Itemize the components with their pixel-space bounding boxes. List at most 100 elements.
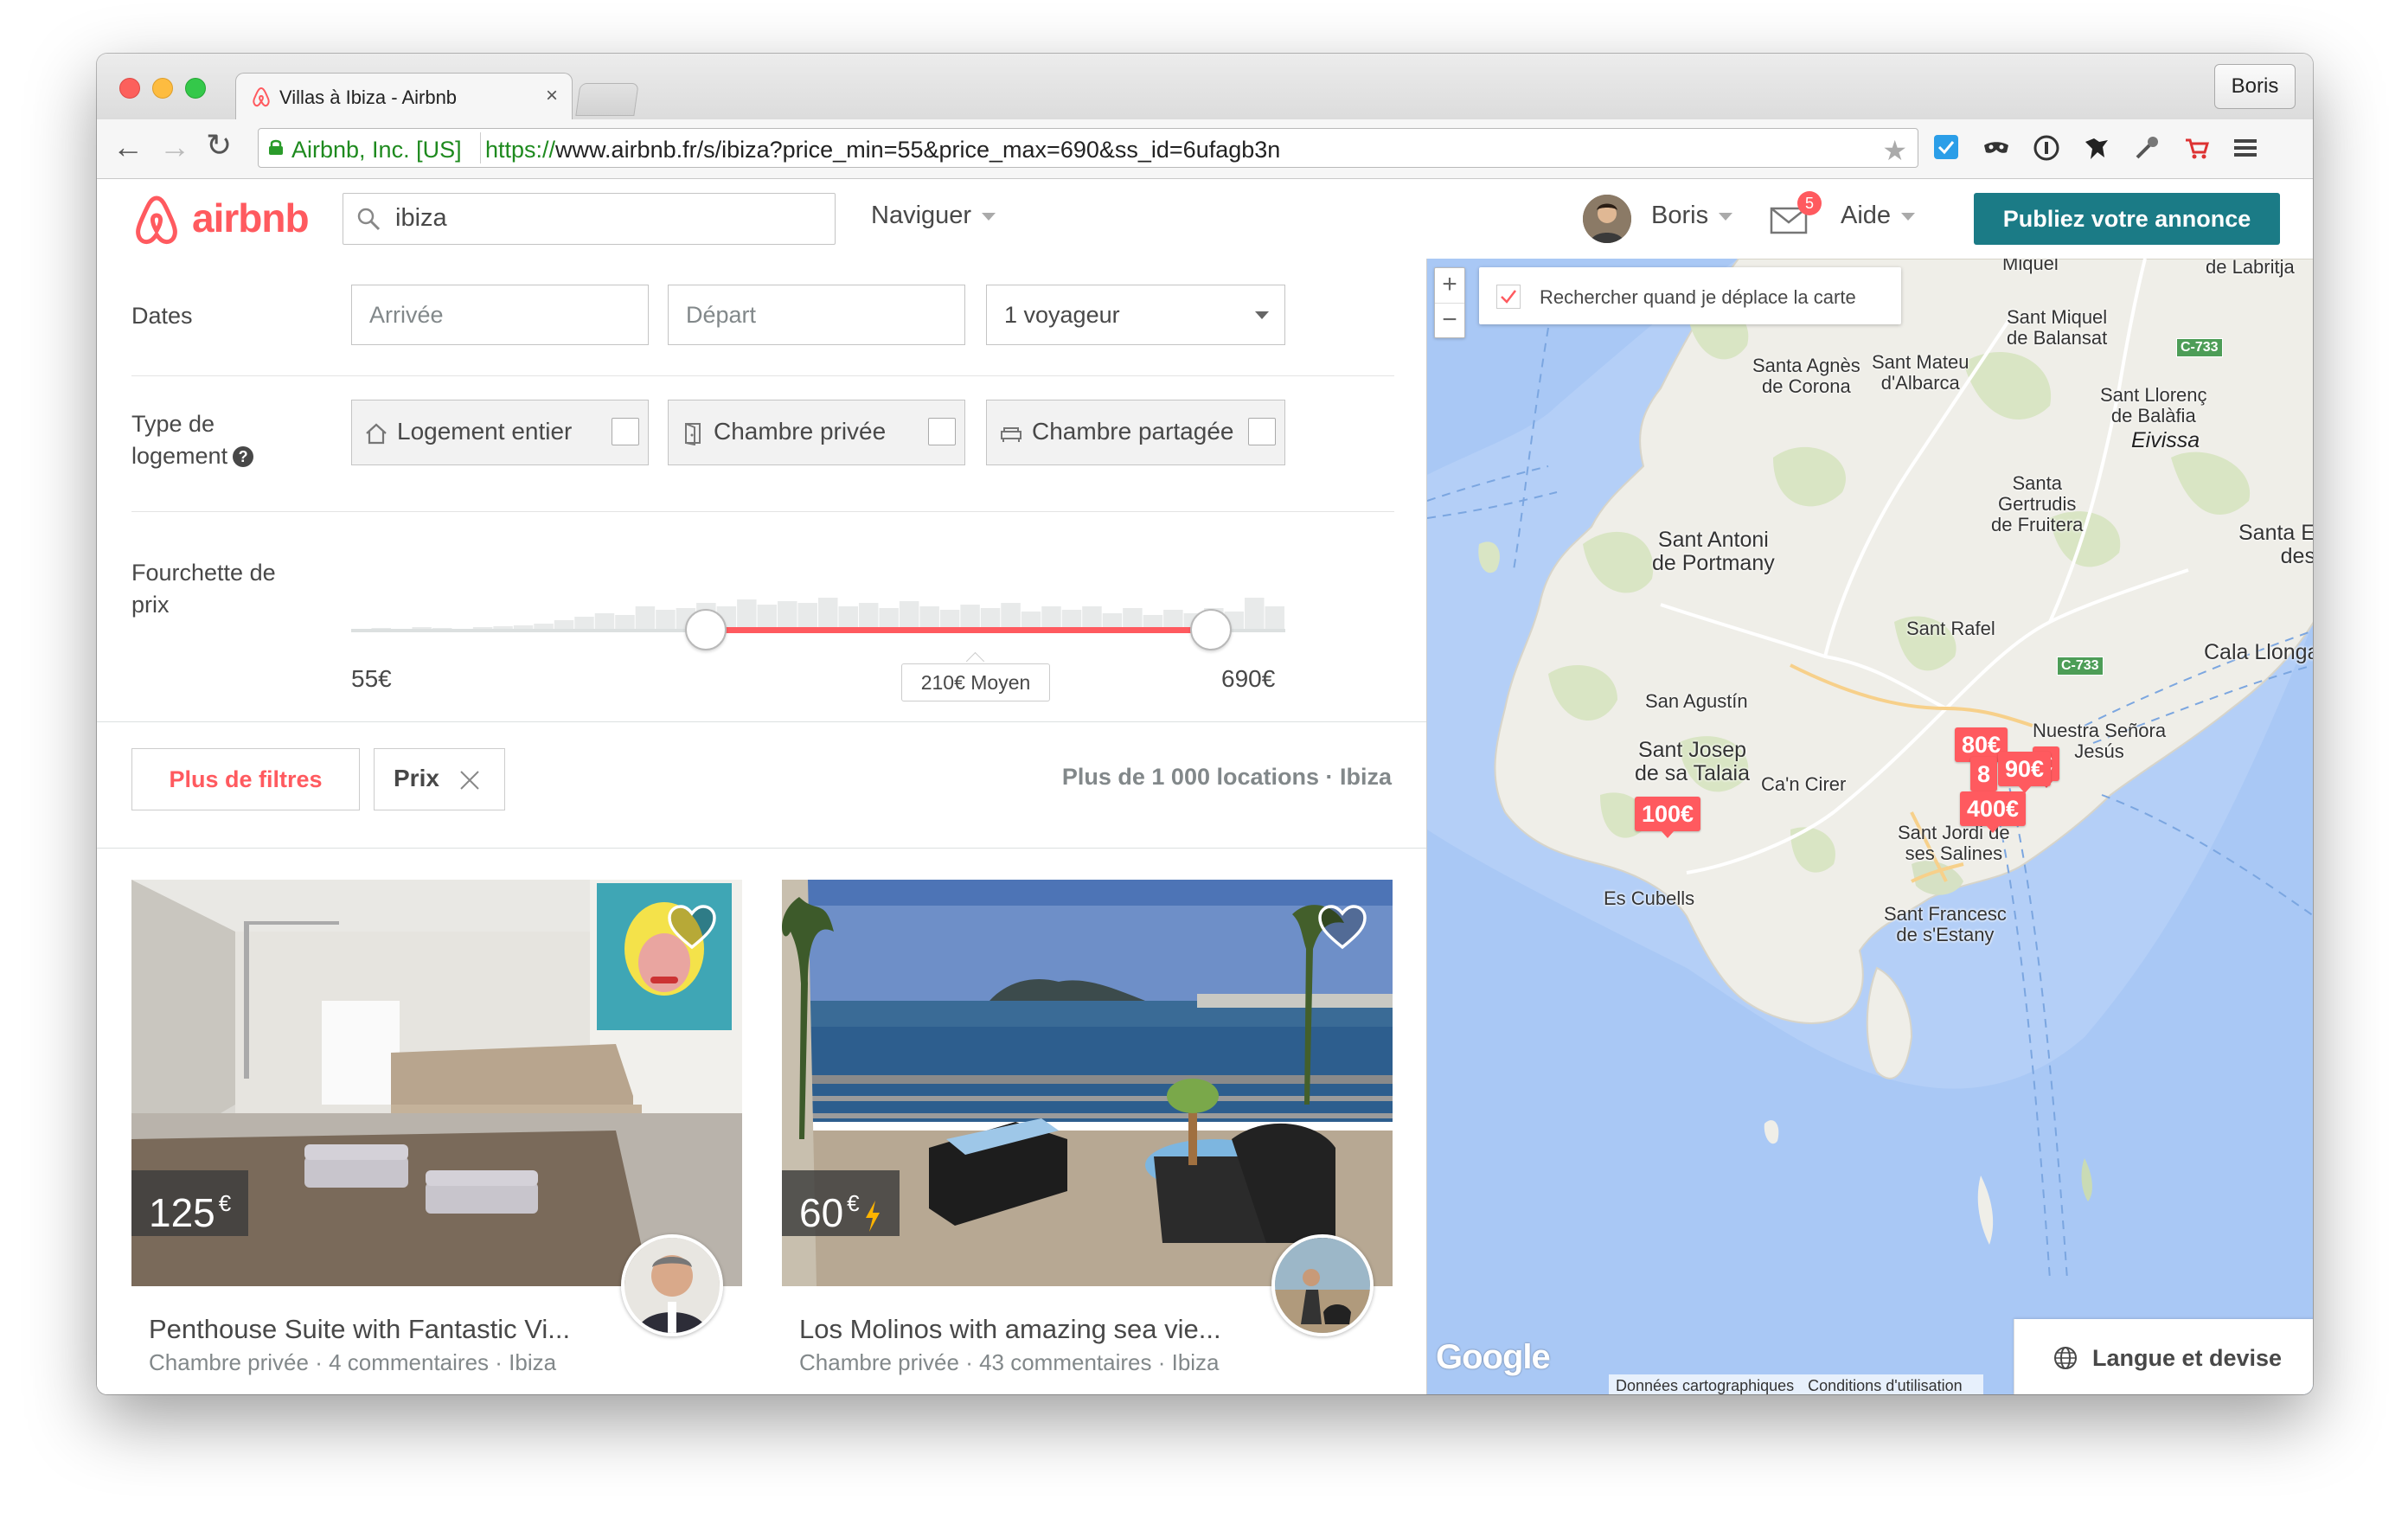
price-slider-range <box>706 627 1211 633</box>
room-type-label: Chambre partagée <box>1032 418 1234 445</box>
map-place-line: Jesús <box>2074 740 2124 762</box>
map-place: Sant Rafel <box>1906 618 1995 639</box>
close-window-button[interactable] <box>119 78 140 99</box>
map-price-marker[interactable]: 100€ <box>1635 797 1701 838</box>
map-place: San Agustín <box>1645 690 1748 712</box>
browser-tab[interactable]: Villas à Ibiza - Airbnb × <box>235 73 573 121</box>
address-separator <box>480 132 481 163</box>
list-your-space-button[interactable]: Publiez votre annonce <box>1974 193 2280 245</box>
price-max-handle[interactable] <box>1189 609 1232 650</box>
guests-value: 1 voyageur <box>1004 302 1120 328</box>
tab-title: Villas à Ibiza - Airbnb <box>279 86 458 108</box>
map-attribution: Données cartographiques Conditions d'util… <box>1609 1374 1983 1394</box>
language-currency-button[interactable]: Langue et devise <box>2014 1319 2313 1394</box>
ninja-extension-icon[interactable] <box>2081 133 2112 164</box>
map-place: Sant Mateu d'Albarca <box>1872 352 1969 394</box>
globe-icon <box>2054 1347 2077 1369</box>
mask-extension-icon[interactable] <box>1981 133 2012 164</box>
room-type-checkbox[interactable] <box>612 418 639 445</box>
address-bar[interactable]: Airbnb, Inc. [US] https://www.airbnb.fr/… <box>258 128 1918 168</box>
host-avatar[interactable] <box>1271 1234 1374 1336</box>
ev-certificate-name[interactable]: Airbnb, Inc. [US] <box>291 137 462 163</box>
listing-title[interactable]: Los Molinos with amazing sea vie... <box>799 1314 1221 1345</box>
map-place: Santa Gertrudis de Fruitera <box>1991 473 2083 535</box>
location-search-input[interactable]: ibiza <box>343 193 836 245</box>
map-place-line: de Portmany <box>1652 551 1775 575</box>
language-currency-label: Langue et devise <box>2092 1345 2283 1371</box>
map-price-marker[interactable]: 90€ <box>1998 752 2052 793</box>
heart-icon[interactable] <box>666 904 718 952</box>
info-circle-extension-icon[interactable] <box>2031 133 2062 164</box>
eyedropper-extension-icon[interactable] <box>2131 133 2162 164</box>
airbnb-logo-icon[interactable] <box>130 193 183 248</box>
question-mark-icon[interactable]: ? <box>233 446 254 467</box>
room-type-label-line2: logement <box>131 443 228 469</box>
map-place-line: Santa Agnès <box>1752 355 1860 376</box>
room-type-entire-home[interactable]: Logement entier <box>351 400 649 465</box>
map-place-line: de Fruitera <box>1991 514 2084 535</box>
price-range-label-line1: Fourchette de <box>131 560 276 586</box>
heart-icon[interactable] <box>1316 904 1368 952</box>
help-menu[interactable]: Aide <box>1841 202 1916 230</box>
google-logo[interactable]: Google <box>1436 1338 1551 1377</box>
more-filters-button[interactable]: Plus de filtres <box>131 748 360 810</box>
search-on-map-move-toggle[interactable]: Rechercher quand je déplace la carte <box>1479 267 1901 324</box>
new-tab-button[interactable] <box>575 83 639 116</box>
map-place-line: des <box>2280 544 2313 568</box>
user-menu[interactable]: Boris <box>1651 202 1733 230</box>
map-place: Ca'n Cirer <box>1761 773 1847 795</box>
checkout-input[interactable]: Départ <box>668 285 965 345</box>
room-type-checkbox[interactable] <box>928 418 956 445</box>
browse-label: Naviguer <box>871 202 972 229</box>
chevron-down-icon <box>1255 311 1269 319</box>
price-filter-chip[interactable]: Prix <box>374 748 505 810</box>
listing-title[interactable]: Penthouse Suite with Fantastic Vi... <box>149 1314 570 1345</box>
map-data-link[interactable]: Données cartographiques <box>1616 1377 1794 1394</box>
search-results-panel: Dates Arrivée Départ 1 voyageur Type de l… <box>97 259 1426 1394</box>
checkin-input[interactable]: Arrivée <box>351 285 649 345</box>
map-place: de Labritja <box>2206 259 2295 278</box>
guests-select[interactable]: 1 voyageur <box>986 285 1285 345</box>
map-place-line: Sant Josep <box>1637 738 1747 762</box>
forward-arrow-icon[interactable]: → <box>159 131 190 163</box>
minimize-window-button[interactable] <box>152 78 173 99</box>
tab-close-icon[interactable]: × <box>546 84 558 108</box>
user-avatar[interactable] <box>1583 195 1631 243</box>
map-place: Sant Llorenç de Balàfia <box>2100 385 2207 426</box>
back-arrow-icon[interactable]: ← <box>112 131 144 163</box>
map-place-line: ses Salines <box>1905 842 2003 864</box>
room-type-label: Logement entier <box>397 418 573 445</box>
bookmark-star-icon[interactable]: ★ <box>1882 134 1907 167</box>
map-place: Sant Francesc de s'Estany <box>1884 904 2007 945</box>
browser-profile-button[interactable]: Boris <box>2214 64 2296 109</box>
search-on-move-checkbox[interactable] <box>1496 285 1521 309</box>
price-min-handle[interactable] <box>685 609 727 650</box>
menu-icon[interactable] <box>2230 133 2261 164</box>
zoom-out-button[interactable]: − <box>1435 304 1464 338</box>
divider <box>131 511 1394 512</box>
close-icon[interactable] <box>458 768 482 792</box>
airbnb-wordmark[interactable]: airbnb <box>192 195 310 241</box>
map-place-line: Sant Mateu <box>1872 351 1969 373</box>
zoom-in-button[interactable]: + <box>1435 268 1464 304</box>
map-place: Eivissa <box>2131 428 2200 452</box>
cart-extension-icon[interactable] <box>2181 133 2213 164</box>
room-type-private-room[interactable]: Chambre privée <box>668 400 965 465</box>
url-text[interactable]: https://www.airbnb.fr/s/ibiza?price_min=… <box>485 137 1280 163</box>
map-price-marker[interactable]: 8 <box>1970 757 1998 798</box>
listing-meta: Chambre privée · 43 commentaires · Ibiza <box>799 1349 1220 1375</box>
map-price-marker[interactable]: 400€ <box>1960 791 2027 833</box>
checkmark-extension-icon[interactable] <box>1931 133 1962 164</box>
browse-dropdown[interactable]: Naviguer <box>871 202 996 230</box>
reload-icon[interactable]: ↻ <box>206 130 232 161</box>
zoom-window-button[interactable] <box>185 78 206 99</box>
airbnb-favicon-icon <box>253 86 270 107</box>
results-map[interactable]: Miquel de Labritja Sant Miquel de Balansa… <box>1426 259 2313 1394</box>
host-avatar[interactable] <box>621 1234 723 1336</box>
map-zoom-control: + − <box>1434 267 1465 338</box>
message-count-badge: 5 <box>1797 191 1822 215</box>
room-type-checkbox[interactable] <box>1248 418 1276 445</box>
terms-link[interactable]: Conditions d'utilisation <box>1808 1377 1963 1394</box>
price-amount: 125 <box>149 1190 215 1235</box>
room-type-shared-room[interactable]: Chambre partagée <box>986 400 1285 465</box>
